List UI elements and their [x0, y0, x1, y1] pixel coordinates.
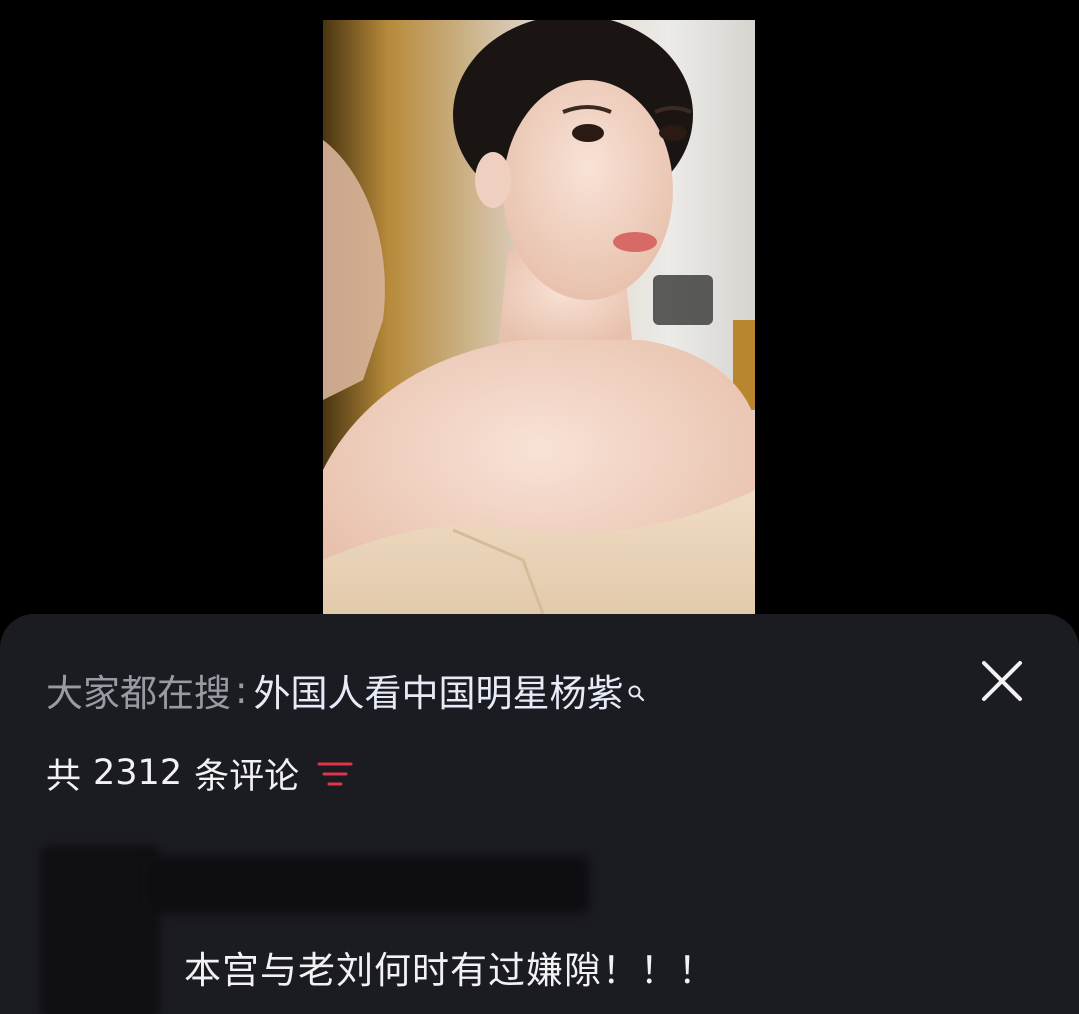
- username-redacted[interactable]: [150, 856, 590, 914]
- search-icon: [627, 668, 645, 702]
- filter-icon[interactable]: [317, 758, 353, 788]
- comment-count-number: 2312: [93, 753, 183, 793]
- search-suggestion-colon: :: [235, 668, 248, 712]
- search-suggestion-prefix: 大家都在搜: [46, 672, 231, 715]
- comment-text: 本宫与老刘何时有过嫌隙！！！: [184, 949, 716, 992]
- video-frame-illustration: [323, 20, 755, 614]
- search-suggestion-term[interactable]: 外国人看中国明星杨紫: [253, 663, 623, 717]
- comment-count: 共 2312 条评论: [46, 748, 353, 798]
- video-player[interactable]: [323, 20, 755, 614]
- comment-count-prefix: 共: [46, 756, 82, 797]
- screen: 大家都在搜 : 外国人看中国明星杨紫 共 2312 条评论 本宫与老刘何时有过嫌…: [0, 0, 1079, 1014]
- close-button[interactable]: [980, 659, 1024, 703]
- comment-count-suffix: 条评论: [194, 756, 300, 797]
- avatar-redacted[interactable]: [40, 845, 160, 1014]
- search-suggestion[interactable]: 大家都在搜 : 外国人看中国明星杨紫: [46, 662, 645, 718]
- close-icon: [982, 661, 1022, 701]
